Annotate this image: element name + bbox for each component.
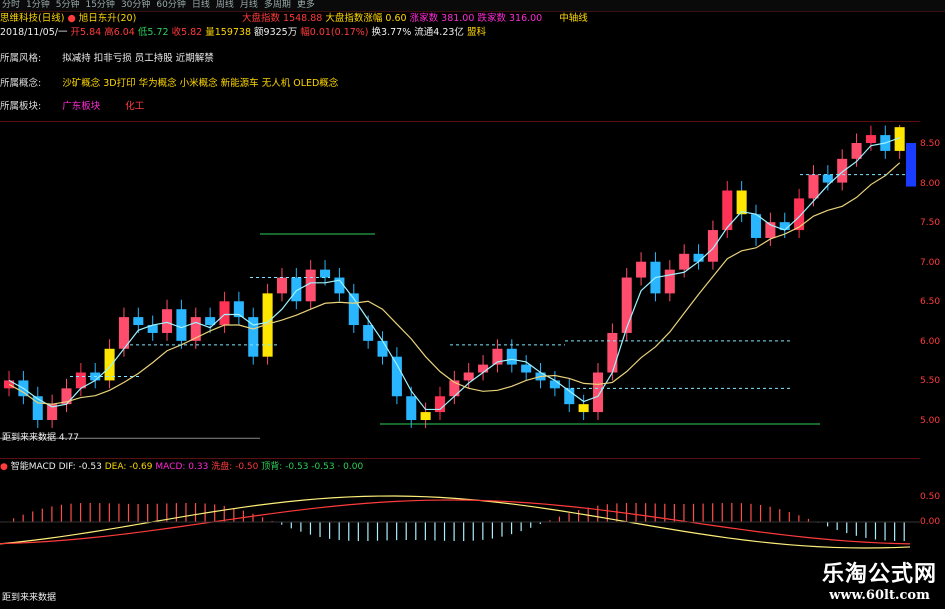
quote-low: 低5.72 bbox=[137, 27, 169, 38]
quote-volume: 量159738 bbox=[205, 27, 252, 38]
tab-2[interactable]: 5分钟 bbox=[56, 0, 80, 11]
price-tick: 8.00 bbox=[920, 178, 941, 189]
concept-value: 沙矿概念 3D打印 华为概念 小米概念 新能源车 无人机 OLED概念 bbox=[62, 78, 339, 89]
midline-label: 中轴线 bbox=[559, 13, 588, 24]
style-value: 拟减持 扣非亏损 员工持股 近期解禁 bbox=[62, 53, 214, 64]
macd-axis-top: 0.50 bbox=[920, 492, 941, 502]
watermark-name: 乐淘公式网 bbox=[821, 561, 937, 587]
price-tick: 5.50 bbox=[920, 376, 941, 386]
concept-row: 所属概念: 沙矿概念 3D打印 华为概念 小米概念 新能源车 无人机 OLED概… bbox=[0, 77, 338, 90]
low-marker: 距到来来数据 4.77 bbox=[2, 432, 79, 445]
quote-amount: 额9325万 bbox=[254, 27, 298, 38]
macd-a: 洗盘: -0.50 bbox=[211, 462, 259, 472]
watermark-url: www.60lt.com bbox=[829, 588, 930, 603]
sector-label: 所属板块: bbox=[0, 101, 42, 112]
down-label: 跌家数 bbox=[477, 13, 506, 24]
up-value: 381.00 bbox=[441, 13, 475, 24]
dapan-value: 1548.88 bbox=[283, 13, 323, 24]
down-value: 316.00 bbox=[508, 13, 543, 24]
low-marker-price: 4.77 bbox=[58, 433, 79, 443]
macd-divider bbox=[0, 458, 920, 459]
macd-bottom-label: 距到来来数据 bbox=[2, 593, 57, 603]
period-tabs: 分时 1分钟 5分钟 15分钟 30分钟 60分钟 日线 周线 月线 多周期 更多 bbox=[0, 0, 945, 12]
up-label: 涨家数 bbox=[409, 13, 439, 24]
zhangfu-value: 0.60 bbox=[385, 13, 407, 24]
quote-open: 开5.84 bbox=[70, 27, 102, 38]
quote-turnover: 换3.77% bbox=[371, 27, 412, 38]
quote-extra: 盟科 bbox=[466, 27, 486, 38]
tab-9[interactable]: 多周期 bbox=[264, 0, 291, 11]
tab-3[interactable]: 15分钟 bbox=[85, 0, 114, 11]
tab-4[interactable]: 30分钟 bbox=[121, 0, 150, 11]
market-stats: 大盘指数 1548.88 大盘指数涨幅 0.60 涨家数 381.00 跌家数 … bbox=[242, 12, 588, 25]
dapan-label: 大盘指数 bbox=[242, 13, 281, 24]
zhangfu-label: 大盘指数涨幅 bbox=[325, 13, 383, 24]
macd-dif: DIF: -0.53 bbox=[58, 462, 102, 472]
macd-b: 顶背: -0.53 bbox=[261, 462, 309, 472]
header-row: 思维科技(日线) ● 旭日东升(20) bbox=[0, 12, 136, 25]
macd-header: ● 智能MACD DIF: -0.53 DEA: -0.69 MACD: 0.3… bbox=[0, 461, 363, 474]
watermark: 乐淘公式网 www.60lt.com bbox=[822, 556, 937, 603]
macd-bottom-text: 距到来来数据 bbox=[2, 592, 56, 605]
macd-axis-zero: 0.00 bbox=[920, 517, 941, 527]
quote-high: 高6.04 bbox=[104, 27, 135, 38]
stock-name: 思维科技(日线) bbox=[0, 13, 65, 24]
tab-6[interactable]: 日线 bbox=[192, 0, 210, 11]
candlestick-chart bbox=[0, 125, 916, 439]
quote-date: 2018/11/05/一 bbox=[0, 27, 68, 38]
tab-0[interactable]: 分时 bbox=[2, 0, 20, 11]
style-row: 所属风格: 拟减持 扣非亏损 员工持股 近期解禁 bbox=[0, 52, 214, 65]
indicator-name[interactable]: 旭日东升(20) bbox=[79, 13, 137, 24]
sector-b[interactable]: 化工 bbox=[125, 101, 144, 112]
quote-close: 收5.82 bbox=[171, 27, 203, 38]
quote-change: 幅0.01(0.17%) bbox=[300, 27, 369, 38]
style-label: 所属风格: bbox=[0, 53, 42, 64]
macd-value: MACD: 0.33 bbox=[155, 462, 209, 472]
macd-chart bbox=[0, 495, 920, 549]
tab-7[interactable]: 周线 bbox=[216, 0, 234, 11]
quote-float: 流通4.23亿 bbox=[414, 27, 464, 38]
tab-1[interactable]: 1分钟 bbox=[26, 0, 50, 11]
price-tick: 6.00 bbox=[920, 336, 941, 347]
low-marker-text: 距到来来数据 bbox=[2, 433, 57, 443]
price-tick: 7.00 bbox=[920, 257, 941, 268]
price-tick: 8.50 bbox=[920, 139, 941, 149]
tab-10[interactable]: 更多 bbox=[297, 0, 315, 11]
info-divider bbox=[0, 121, 920, 122]
quote-row: 2018/11/05/一 开5.84 高6.04 低5.72 收5.82 量15… bbox=[0, 26, 486, 39]
price-tick: 5.00 bbox=[920, 415, 941, 426]
price-tick: 7.50 bbox=[920, 218, 941, 228]
indicator-dot-icon: ● bbox=[67, 13, 76, 24]
price-tick: 6.50 bbox=[920, 297, 941, 307]
macd-dea: DEA: -0.69 bbox=[104, 462, 153, 472]
sector-a[interactable]: 广东板块 bbox=[62, 101, 100, 112]
tab-5[interactable]: 60分钟 bbox=[156, 0, 185, 11]
macd-title[interactable]: 智能MACD bbox=[11, 462, 56, 472]
concept-label: 所属概念: bbox=[0, 78, 42, 89]
macd-dot-icon: ● bbox=[0, 462, 8, 472]
macd-c: -0.53 · 0.00 bbox=[311, 462, 364, 472]
tab-8[interactable]: 月线 bbox=[240, 0, 258, 11]
sector-row: 所属板块: 广东板块 化工 bbox=[0, 100, 144, 113]
